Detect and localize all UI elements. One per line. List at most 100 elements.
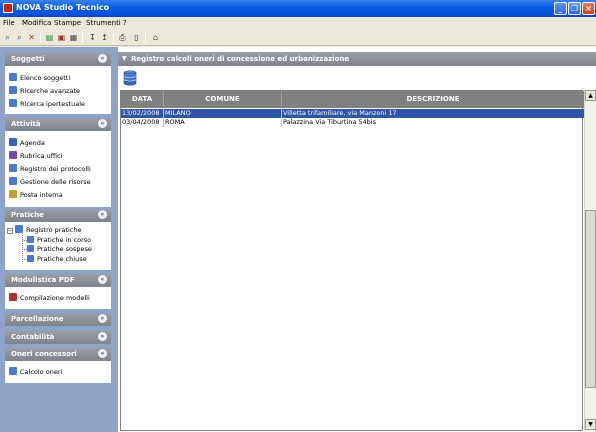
collapse-icon[interactable]: «	[98, 275, 107, 284]
close-button[interactable]: ×	[582, 2, 595, 15]
search-icon	[9, 86, 17, 94]
scroll-down-button[interactable]: ▼	[585, 419, 596, 430]
sidebar-item-ricerca-ipertestuale[interactable]: Ricerca ipertestuale	[9, 99, 85, 109]
folder-icon	[15, 225, 23, 233]
scroll-up-button[interactable]: ▲	[585, 90, 596, 101]
panel-body: Calcolo oneri	[5, 361, 111, 383]
building-icon[interactable]: ⌂	[151, 33, 160, 42]
column-header-data[interactable]: DATA	[121, 91, 164, 108]
cell-descrizione: Palazzina Via Tiburtina 54bis	[283, 118, 376, 126]
document-icon[interactable]: ▯	[132, 33, 141, 42]
panel-soggetti: Soggetti « Elenco soggetti Ricerche avan…	[5, 53, 111, 114]
collapse-arrow-icon[interactable]: ▼	[122, 55, 127, 62]
menu-modifica[interactable]: Modifica	[22, 19, 51, 27]
page-title: Registro calcoli oneri di concessione ed…	[131, 55, 350, 63]
database-icon[interactable]	[123, 70, 137, 86]
title-bar: NOVA Studio Tecnico _ ❐ ×	[0, 0, 596, 17]
sidebar: Soggetti « Elenco soggetti Ricerche avan…	[0, 47, 118, 432]
maximize-button[interactable]: ❐	[568, 2, 581, 15]
sidebar-item-label: Compilazione modelli	[20, 294, 90, 302]
menu-strumenti[interactable]: Strumenti	[86, 19, 121, 27]
sidebar-item-label: Calcolo oneri	[20, 368, 63, 376]
window-title: NOVA Studio Tecnico	[16, 3, 110, 12]
panel-oneri-concessori: Oneri concessori « Calcolo oneri	[5, 348, 111, 383]
sidebar-item-label: Posta interna	[20, 191, 63, 199]
sidebar-item-label: Ricerche avanzate	[20, 87, 81, 95]
panel-parcellazione: Parcellazione »	[5, 313, 111, 326]
sidebar-item-registro-protocolli[interactable]: Registro dei protocolli	[9, 164, 91, 174]
menu-bar: File Modifica Stampe Strumenti ?	[0, 17, 596, 30]
menu-help[interactable]: ?	[123, 19, 127, 27]
sidebar-item-compilazione-modelli[interactable]: Compilazione modelli	[9, 293, 90, 303]
cell-comune: MILANO	[164, 109, 282, 118]
collapse-icon[interactable]: «	[98, 54, 107, 63]
tree-root-registro-pratiche[interactable]: − Registro pratiche	[7, 225, 82, 235]
address-book-icon	[9, 151, 17, 159]
expand-icon[interactable]: »	[98, 332, 107, 341]
arrow-down-icon[interactable]: ↧	[88, 33, 97, 42]
tree-item-label: Pratiche sospese	[37, 245, 92, 253]
panel-header-pratiche[interactable]: Pratiche «	[5, 209, 111, 222]
toolbar-separator	[82, 33, 83, 43]
vertical-scrollbar[interactable]: ▲ ▼	[584, 90, 596, 431]
collapse-icon[interactable]: «	[98, 349, 107, 358]
panel-header-attivita[interactable]: Attività «	[5, 118, 111, 131]
grid-header: DATA COMUNE DESCRIZIONE	[121, 91, 584, 108]
toolbar-separator	[113, 33, 114, 43]
column-header-comune[interactable]: COMUNE	[164, 91, 282, 108]
panel-header-oneri[interactable]: Oneri concessori «	[5, 348, 111, 361]
tree-collapse-icon[interactable]: −	[7, 228, 13, 234]
pdf-icon	[9, 293, 17, 301]
panel-body: − Registro pratiche Pratiche in corso Pra…	[5, 222, 111, 270]
table-row[interactable]: 13/02/2008 MILANO Villetta trifamiliare,…	[121, 109, 584, 118]
panel-body: Agenda Rubrica uffici Registro dei proto…	[5, 131, 111, 207]
print-icon[interactable]: ▣	[57, 33, 66, 42]
panel-header-contabilita[interactable]: Contabilità »	[5, 331, 111, 344]
panel-contabilita: Contabilità »	[5, 331, 111, 344]
panel-header-soggetti[interactable]: Soggetti «	[5, 53, 111, 66]
export-icon[interactable]: ▤	[45, 33, 54, 42]
sidebar-item-gestione-risorse[interactable]: Gestione delle risorse	[9, 177, 91, 187]
tree-root-label: Registro pratiche	[26, 226, 82, 234]
sidebar-item-calcolo-oneri[interactable]: Calcolo oneri	[9, 367, 62, 377]
search-doc-icon[interactable]: ⌕	[15, 33, 24, 42]
tree-item-pratiche-chiuse[interactable]: Pratiche chiuse	[27, 254, 87, 264]
filter-icon[interactable]: ✕	[27, 33, 36, 42]
sidebar-item-rubrica-uffici[interactable]: Rubrica uffici	[9, 151, 62, 161]
panel-body: Elenco soggetti Ricerche avanzate Ricerc…	[5, 66, 111, 114]
calculator-icon	[9, 367, 17, 375]
calendar-icon	[9, 138, 17, 146]
column-header-descrizione[interactable]: DESCRIZIONE	[282, 91, 584, 108]
sidebar-item-label: Agenda	[20, 139, 45, 147]
search-doc-icon	[9, 99, 17, 107]
collapse-icon[interactable]: «	[98, 210, 107, 219]
data-grid: DATA COMUNE DESCRIZIONE 13/02/2008 MILAN…	[120, 90, 584, 431]
printer-icon[interactable]: ⎙	[118, 33, 127, 42]
minimize-button[interactable]: _	[554, 2, 567, 15]
scroll-thumb[interactable]	[585, 210, 596, 388]
panel-header-modulistica[interactable]: Modulistica PDF «	[5, 274, 111, 287]
app-icon	[3, 3, 13, 13]
table-row[interactable]: 03/04/2008 ROMA Palazzina Via Tiburtina …	[121, 118, 584, 127]
sidebar-item-ricerche-avanzate[interactable]: Ricerche avanzate	[9, 86, 80, 96]
sidebar-item-agenda[interactable]: Agenda	[9, 138, 45, 148]
toolbar-separator	[40, 33, 41, 43]
search-text-icon[interactable]: ⌕	[3, 33, 12, 42]
arrow-up-icon[interactable]: ↥	[100, 33, 109, 42]
panel-header-parcellazione[interactable]: Parcellazione »	[5, 313, 111, 326]
copy-icon[interactable]: ▦	[69, 33, 78, 42]
menu-stampe[interactable]: Stampe	[54, 19, 81, 27]
tree-item-pratiche-sospese[interactable]: Pratiche sospese	[27, 244, 92, 254]
panel-title: Parcellazione	[11, 315, 64, 323]
expand-icon[interactable]: »	[98, 314, 107, 323]
menu-file[interactable]: File	[3, 19, 15, 27]
collapse-icon[interactable]: «	[98, 119, 107, 128]
panel-title: Attività	[11, 120, 41, 128]
tree-item-label: Pratiche in corso	[37, 236, 92, 244]
people-icon	[9, 73, 17, 81]
sidebar-item-elenco-soggetti[interactable]: Elenco soggetti	[9, 73, 70, 83]
sidebar-item-label: Registro dei protocolli	[20, 165, 91, 173]
resources-icon	[9, 177, 17, 185]
toolbar-separator	[145, 33, 146, 43]
sidebar-item-posta-interna[interactable]: Posta interna	[9, 190, 63, 200]
